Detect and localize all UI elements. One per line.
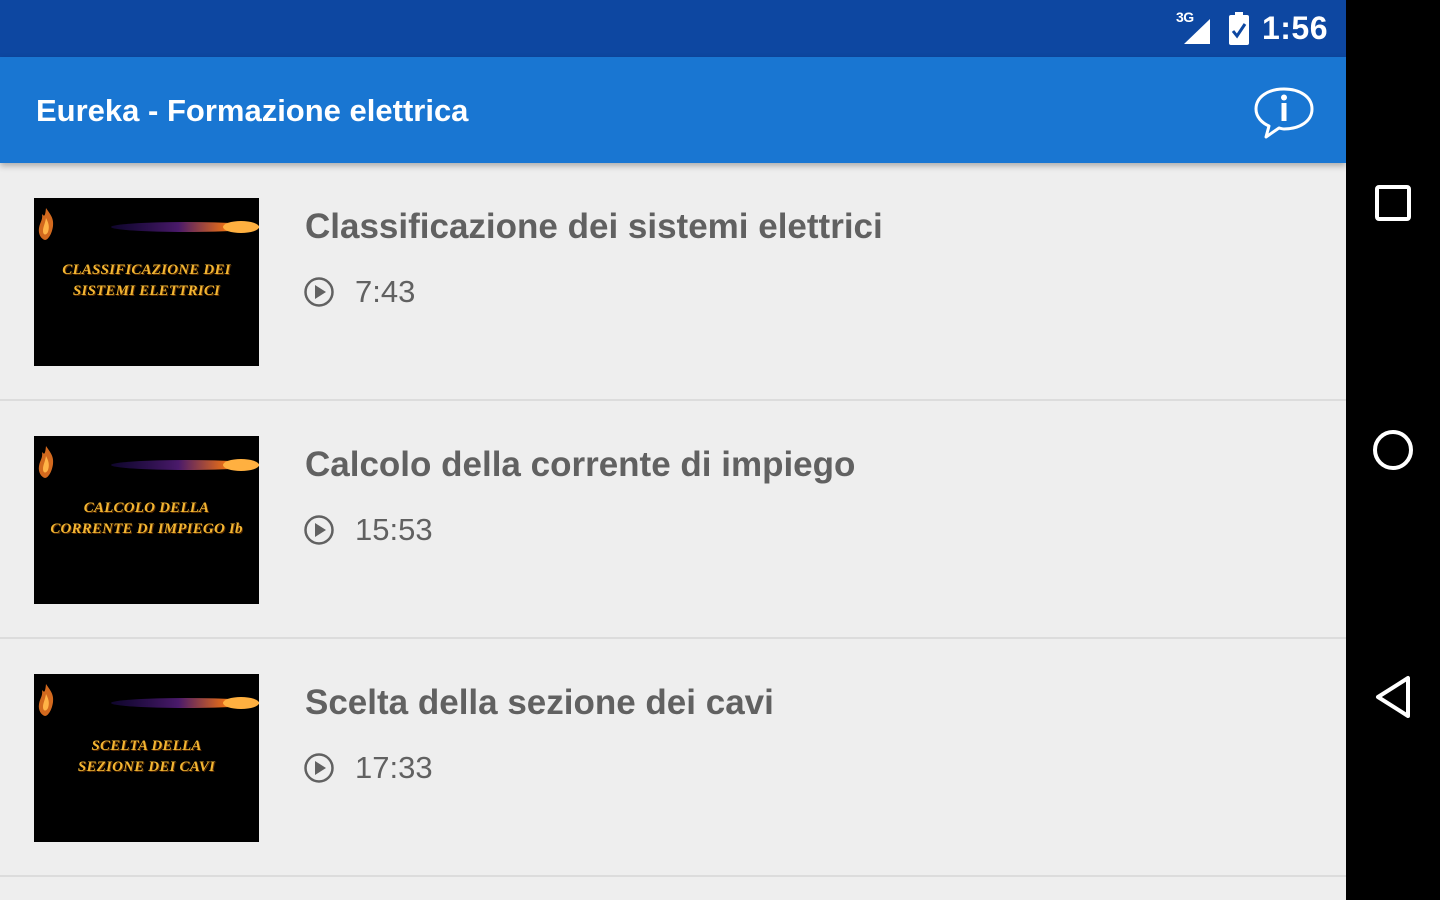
video-thumbnail: CALCOLO DELLA CORRENTE DI IMPIEGO Ib [34, 436, 259, 604]
back-icon[interactable] [1368, 672, 1418, 722]
play-circle-icon [304, 277, 334, 307]
video-title: Scelta della sezione dei cavi [305, 683, 774, 722]
light-streak-graphic [111, 221, 259, 233]
status-clock: 1:56 [1261, 10, 1328, 46]
video-duration: 7:43 [303, 272, 415, 312]
video-list-item[interactable]: SCELTA DELLA SEZIONE DEI CAVI Scelta del… [0, 639, 1346, 877]
thumbnail-caption: CALCOLO DELLA CORRENTE DI IMPIEGO Ib [50, 500, 243, 537]
flame-logo-icon [38, 446, 54, 478]
video-duration-text: 17:33 [355, 750, 433, 785]
flame-logo-icon [38, 208, 54, 240]
video-thumbnail: SCELTA DELLA SEZIONE DEI CAVI [34, 674, 259, 842]
thumbnail-caption: CLASSIFICAZIONE DEI SISTEMI ELETTRICI [62, 262, 231, 299]
video-title: Calcolo della corrente di impiego [305, 445, 856, 484]
flame-logo-icon [38, 684, 54, 716]
app-screen: 3G 1:56 Eureka - Formazione elettrica CL… [0, 0, 1346, 900]
status-icons: 3G 1:56 [1176, 0, 1328, 57]
navigation-bar [1346, 0, 1440, 900]
video-title: Classificazione dei sistemi elettrici [305, 207, 883, 246]
video-duration-text: 7:43 [355, 274, 416, 309]
light-streak-graphic [111, 459, 259, 471]
thumbnail-caption: SCELTA DELLA SEZIONE DEI CAVI [77, 738, 216, 775]
video-duration: 15:53 [303, 510, 433, 550]
app-title: Eureka - Formazione elettrica [36, 93, 469, 128]
status-bar: 3G 1:56 [0, 0, 1346, 57]
video-list: CLASSIFICAZIONE DEI SISTEMI ELETTRICI Cl… [0, 163, 1346, 877]
info-bubble-icon[interactable] [1252, 85, 1316, 141]
video-duration: 17:33 [303, 748, 433, 788]
play-circle-icon [304, 753, 334, 783]
recents-icon[interactable] [1368, 178, 1418, 228]
app-bar: Eureka - Formazione elettrica [0, 57, 1346, 163]
light-streak-graphic [111, 697, 259, 709]
video-list-item[interactable]: CLASSIFICAZIONE DEI SISTEMI ELETTRICI Cl… [0, 163, 1346, 401]
video-duration-text: 15:53 [355, 512, 433, 547]
video-thumbnail: CLASSIFICAZIONE DEI SISTEMI ELETTRICI [34, 198, 259, 366]
play-circle-icon [304, 515, 334, 545]
signal-icon: 3G [1176, 9, 1216, 47]
battery-icon [1228, 11, 1250, 46]
home-icon[interactable] [1368, 425, 1418, 475]
video-list-item[interactable]: CALCOLO DELLA CORRENTE DI IMPIEGO Ib Cal… [0, 401, 1346, 639]
